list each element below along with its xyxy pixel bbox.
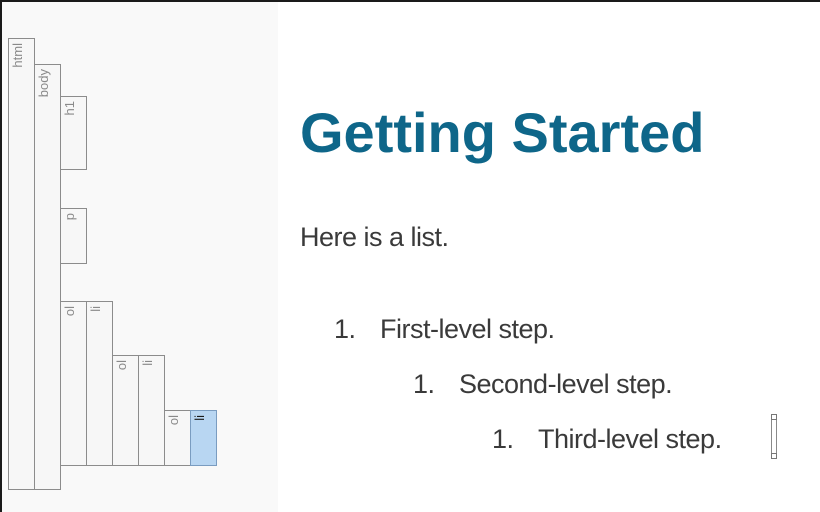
list-item-level-1: 1. First-level step. xyxy=(334,314,555,345)
structure-bar-body-label: body xyxy=(36,69,51,98)
structure-bar-ol-1-label: ol xyxy=(62,306,77,317)
intro-paragraph: Here is a list. xyxy=(300,222,449,252)
structure-bar-html[interactable]: html xyxy=(8,38,35,490)
structure-bar-li-3-selected[interactable]: li xyxy=(190,410,217,466)
list-item-level-2: 1. Second-level step. xyxy=(413,369,673,400)
resize-handle-top[interactable] xyxy=(771,414,777,420)
structure-bar-h1-label: h1 xyxy=(62,101,77,116)
structure-bar-ol-1[interactable]: ol xyxy=(60,301,87,466)
structure-bar-p-label: p xyxy=(62,213,77,221)
structure-bar-html-label: html xyxy=(10,43,25,68)
structure-bar-p[interactable]: p xyxy=(60,208,87,264)
list-number: 1. xyxy=(334,314,356,344)
structure-bar-li-1-label: li xyxy=(88,306,103,312)
structure-bar-ol-3-label: ol xyxy=(166,415,181,426)
structure-bars-pane: html body h1 p ol li ol li ol li xyxy=(2,2,278,512)
resize-handle-bottom[interactable] xyxy=(771,453,777,459)
structure-bar-li-1[interactable]: li xyxy=(86,301,113,466)
editor-window: html body h1 p ol li ol li ol li Getting xyxy=(0,0,820,512)
list-item-level-3: 1. Third-level step. xyxy=(492,424,722,455)
structure-bar-ol-3[interactable]: ol xyxy=(164,410,191,466)
list-item-text: First-level step. xyxy=(380,314,555,344)
structure-bar-li-3-label: li xyxy=(192,415,207,421)
structure-bar-h1[interactable]: h1 xyxy=(60,96,87,170)
structure-bar-body[interactable]: body xyxy=(34,64,61,490)
text-cursor-selection[interactable] xyxy=(771,418,777,456)
structure-bar-li-2[interactable]: li xyxy=(138,355,165,466)
list-item-text: Second-level step. xyxy=(459,369,673,399)
document-pane[interactable]: Getting Started Here is a list. 1. First-… xyxy=(278,32,820,512)
list-number: 1. xyxy=(413,369,435,399)
page-title: Getting Started xyxy=(300,101,705,164)
structure-bar-ol-2[interactable]: ol xyxy=(112,355,139,466)
structure-bar-li-2-label: li xyxy=(140,360,155,366)
structure-bar-ol-2-label: ol xyxy=(114,360,129,371)
list-item-text: Third-level step. xyxy=(538,424,722,454)
list-number: 1. xyxy=(492,424,514,454)
